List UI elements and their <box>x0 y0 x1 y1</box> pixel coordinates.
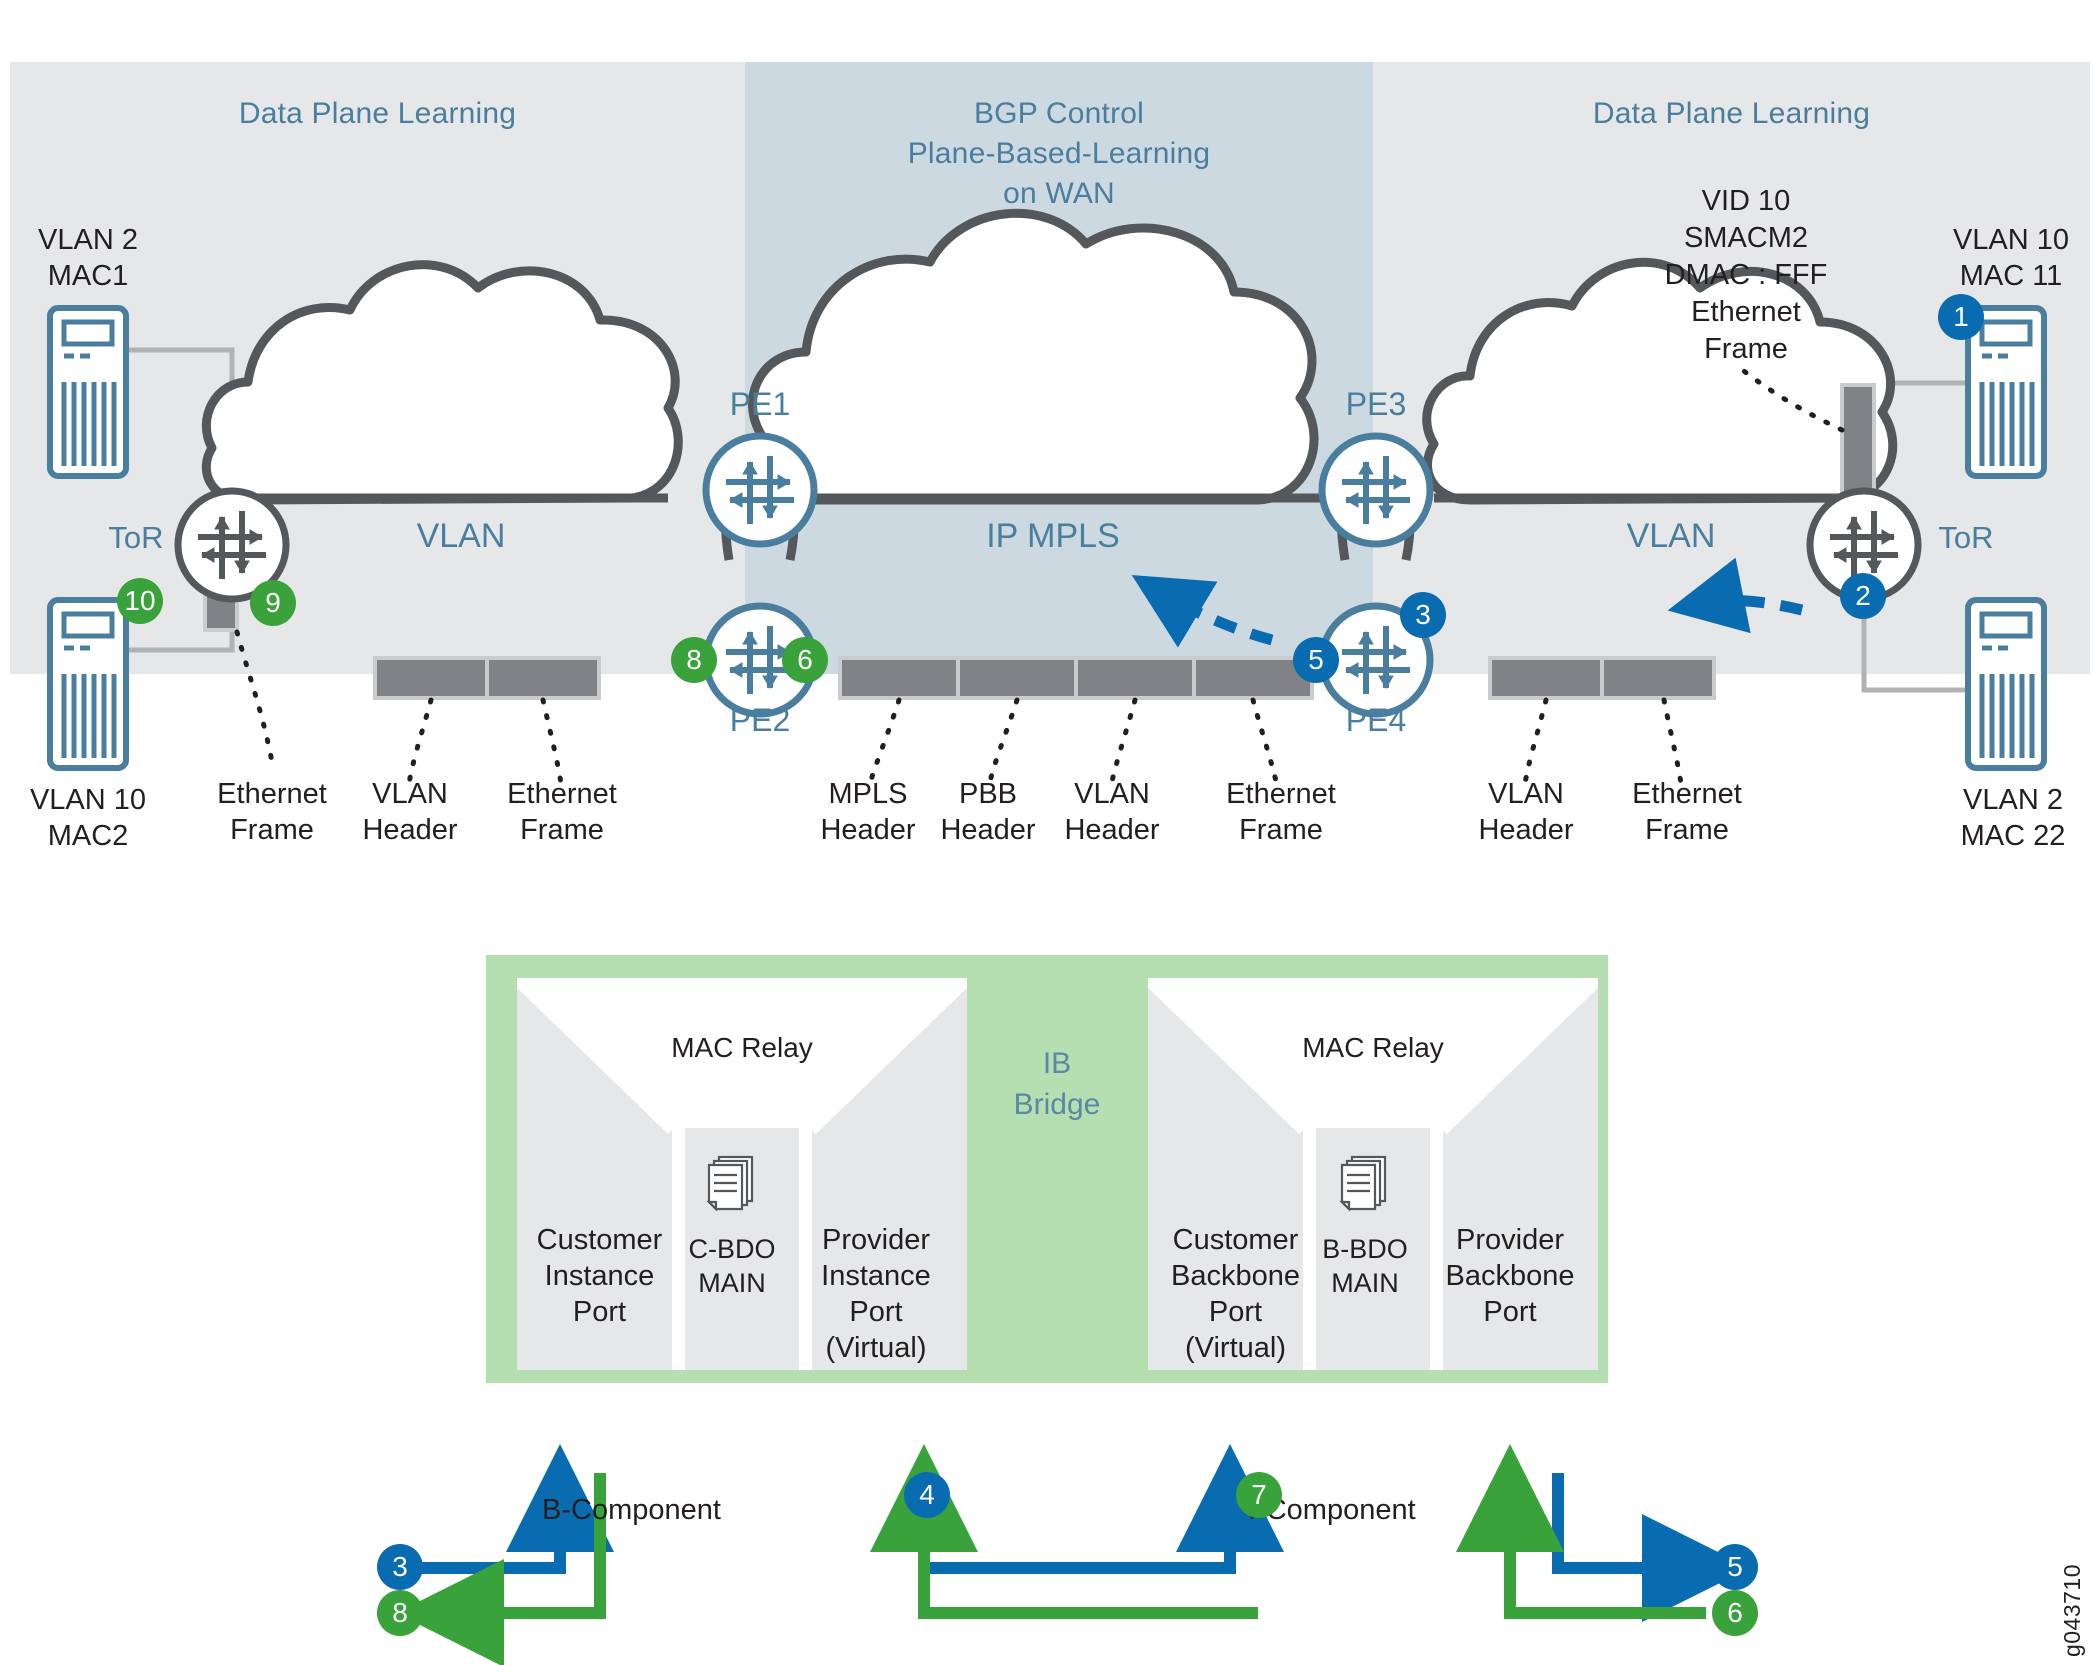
step-badge-10: 10 <box>117 578 163 624</box>
step-badge-9: 9 <box>250 580 296 626</box>
provider-backbone-port-label: Provider Backbone Port <box>1445 1224 1575 1328</box>
arrow-6-into-provider-backbone-port <box>1456 1444 1706 1619</box>
router-pe1 <box>702 432 818 548</box>
step-badge-3-topology: 3 <box>1400 592 1446 638</box>
frame-label-ethernet-frame-left: Ethernet Frame <box>507 778 617 846</box>
step-badge-1: 1 <box>1938 294 1984 340</box>
b-bdo-main-label: B-BDO MAIN <box>1322 1234 1408 1298</box>
host-label-vlan10-mac2: VLAN 10 MAC2 <box>29 784 147 852</box>
host-vlan10-mac2 <box>47 597 129 771</box>
ib-bridge-label: IB Bridge <box>1013 1047 1101 1121</box>
arrow-4-into-customer-backbone-port <box>930 1444 1284 1574</box>
router-pe3 <box>1318 432 1434 548</box>
frame-label-vlan-header-right: VLAN Header <box>1478 778 1574 846</box>
frame-label-vlan-header-mid: VLAN Header <box>1064 778 1160 846</box>
b-bdo-document-stack-icon <box>1339 1155 1387 1212</box>
step-badge-4-ib: 4 <box>904 1472 950 1518</box>
provider-instance-port-label: Provider Instance Port (Virtual) <box>821 1224 931 1364</box>
customer-backbone-port-label: Customer Backbone Port (Virtual) <box>1171 1224 1300 1364</box>
control-plane-arrow-right <box>1667 557 1804 634</box>
host-label-vlan10-mac11: VLAN 10 MAC 11 <box>1952 224 2070 292</box>
c-bdo-document-stack-icon <box>706 1155 754 1212</box>
host-label-vlan2-mac22: VLAN 2 MAC 22 <box>1960 784 2066 852</box>
step-badge-8-ib: 8 <box>377 1590 423 1636</box>
diagram-canvas: Data Plane Learning BGP Control Plane-Ba… <box>0 0 2100 1665</box>
control-plane-arrow-left <box>1131 575 1274 648</box>
step-badge-6-ib: 6 <box>1712 1590 1758 1636</box>
figure-reference-code: g043710 <box>2059 1563 2085 1657</box>
tor-right-label: ToR <box>1938 520 1994 555</box>
frame-label-ethernet-frame-right: Ethernet Frame <box>1632 778 1742 846</box>
arrow-3-into-customer-instance-port <box>420 1444 614 1574</box>
pe2-label: PE2 <box>729 702 791 738</box>
step-badge-7-ib: 7 <box>1236 1472 1282 1518</box>
host-vlan10-mac11 <box>1965 305 2047 479</box>
frame-annotation: VID 10 SMACM2 DMAC : FFF Ethernet Frame <box>1664 185 1828 365</box>
host-label-vlan2-mac1: VLAN 2 MAC1 <box>38 224 138 292</box>
host-vlan2-mac22 <box>1965 597 2047 771</box>
mac-relay-label-left: MAC Relay <box>671 1032 813 1063</box>
host-vlan2-mac1 <box>47 305 129 479</box>
b-component-label: B-Component <box>542 1494 721 1526</box>
pe1-label: PE1 <box>729 386 791 422</box>
cloud-label-vlan-left: VLAN <box>416 517 506 555</box>
c-bdo-main-label: C-BDO MAIN <box>688 1234 776 1298</box>
step-badge-5-topology: 5 <box>1293 637 1339 683</box>
tor-left-label: ToR <box>108 520 164 555</box>
arrow-out-to-5 <box>1552 1473 1750 1622</box>
step-badge-8-topology: 8 <box>671 637 717 683</box>
customer-instance-port-label: Customer Instance Port <box>536 1224 663 1328</box>
step-badge-3-ib: 3 <box>377 1544 423 1590</box>
pe4-label: PE4 <box>1345 702 1407 738</box>
step-badge-6-topology: 6 <box>782 637 828 683</box>
frame-label-ethernet-frame-mid: Ethernet Frame <box>1226 778 1336 846</box>
mac-relay-label-right: MAC Relay <box>1302 1032 1444 1063</box>
cloud-label-vlan-right: VLAN <box>1626 517 1716 555</box>
arrow-7-into-provider-instance-port <box>870 1444 1258 1619</box>
step-badge-2: 2 <box>1840 573 1886 619</box>
step-badge-5-ib: 5 <box>1712 1544 1758 1590</box>
cloud-label-ip-mpls: IP MPLS <box>986 517 1120 555</box>
pe3-label: PE3 <box>1345 386 1407 422</box>
